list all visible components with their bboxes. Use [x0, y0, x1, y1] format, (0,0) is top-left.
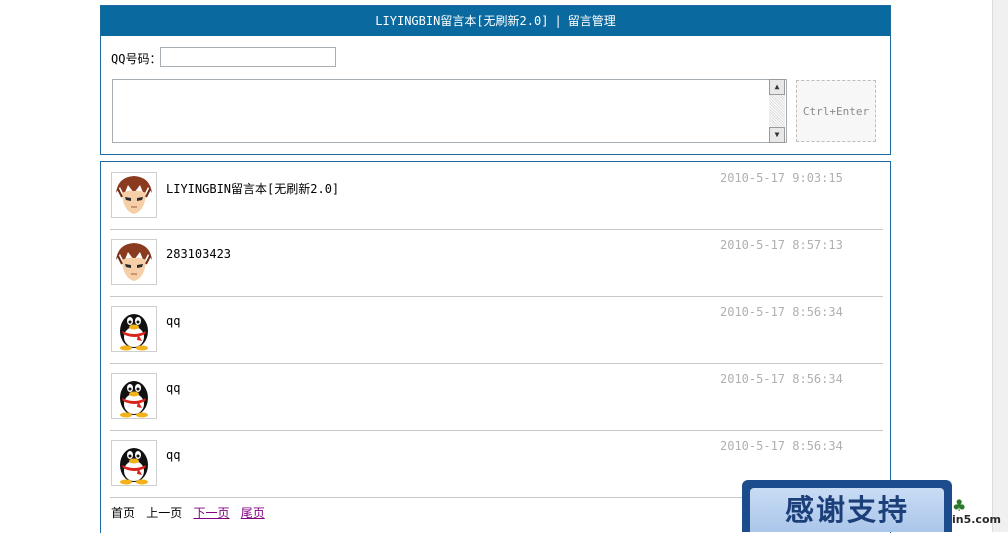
message-time: 2010-5-17 9:03:15: [720, 171, 843, 185]
qq-penguin-avatar: [111, 440, 157, 486]
qq-penguin-avatar: [111, 373, 157, 419]
title-separator: |: [554, 14, 562, 28]
message-time: 2010-5-17 8:56:34: [720, 372, 843, 386]
anime-boy-avatar: [111, 172, 157, 218]
compose-panel: LIYINGBIN留言本[无刷新2.0] | 留言管理 QQ号码： ▲ ▼ Ctrl…: [100, 5, 891, 155]
thanks-banner: 感谢支持: [742, 480, 952, 532]
message-list: LIYINGBIN留言本[无刷新2.0] 2010-5-17 9:03:15 2…: [100, 161, 891, 533]
admin-link[interactable]: 留言管理: [568, 14, 616, 28]
list-item: 283103423 2010-5-17 8:57:13: [110, 229, 883, 297]
guestbook-title: LIYINGBIN留言本[无刷新2.0]: [375, 14, 549, 28]
qq-input[interactable]: [160, 47, 336, 67]
first-page-link[interactable]: 首页: [111, 506, 135, 520]
message-text: 283103423: [166, 247, 232, 261]
qq-penguin-avatar: [111, 306, 157, 352]
page-scrollbar[interactable]: [992, 0, 1008, 532]
message-text: qq: [166, 314, 181, 328]
message-text: qq: [166, 448, 181, 462]
thanks-text: 感谢支持: [750, 488, 944, 532]
prev-page-link[interactable]: 上一页: [146, 506, 182, 520]
header-bar: LIYINGBIN留言本[无刷新2.0] | 留言管理: [101, 6, 890, 36]
last-page-link[interactable]: 尾页: [241, 506, 265, 520]
message-text: LIYINGBIN留言本[无刷新2.0]: [166, 182, 340, 196]
pagination: 首页 上一页 下一页 尾页: [111, 504, 269, 521]
message-time: 2010-5-17 8:57:13: [720, 238, 843, 252]
anime-boy-avatar: [111, 239, 157, 285]
list-item: qq 2010-5-17 8:56:34: [110, 296, 883, 364]
submit-button[interactable]: Ctrl+Enter: [796, 80, 876, 142]
message-time: 2010-5-17 8:56:34: [720, 305, 843, 319]
message-text: qq: [166, 381, 181, 395]
next-page-link[interactable]: 下一页: [194, 506, 230, 520]
list-item: LIYINGBIN留言本[无刷新2.0] 2010-5-17 9:03:15: [110, 162, 883, 230]
message-scrollbar[interactable]: ▲ ▼: [769, 79, 785, 143]
watermark-text: in5.com: [952, 513, 1001, 526]
list-item: qq 2010-5-17 8:56:34: [110, 363, 883, 431]
message-textarea[interactable]: [112, 79, 787, 143]
scroll-down-icon[interactable]: ▼: [769, 127, 785, 143]
message-time: 2010-5-17 8:56:34: [720, 439, 843, 453]
qq-label: QQ号码：: [111, 52, 162, 66]
scroll-track[interactable]: [770, 95, 784, 127]
scroll-up-icon[interactable]: ▲: [769, 79, 785, 95]
